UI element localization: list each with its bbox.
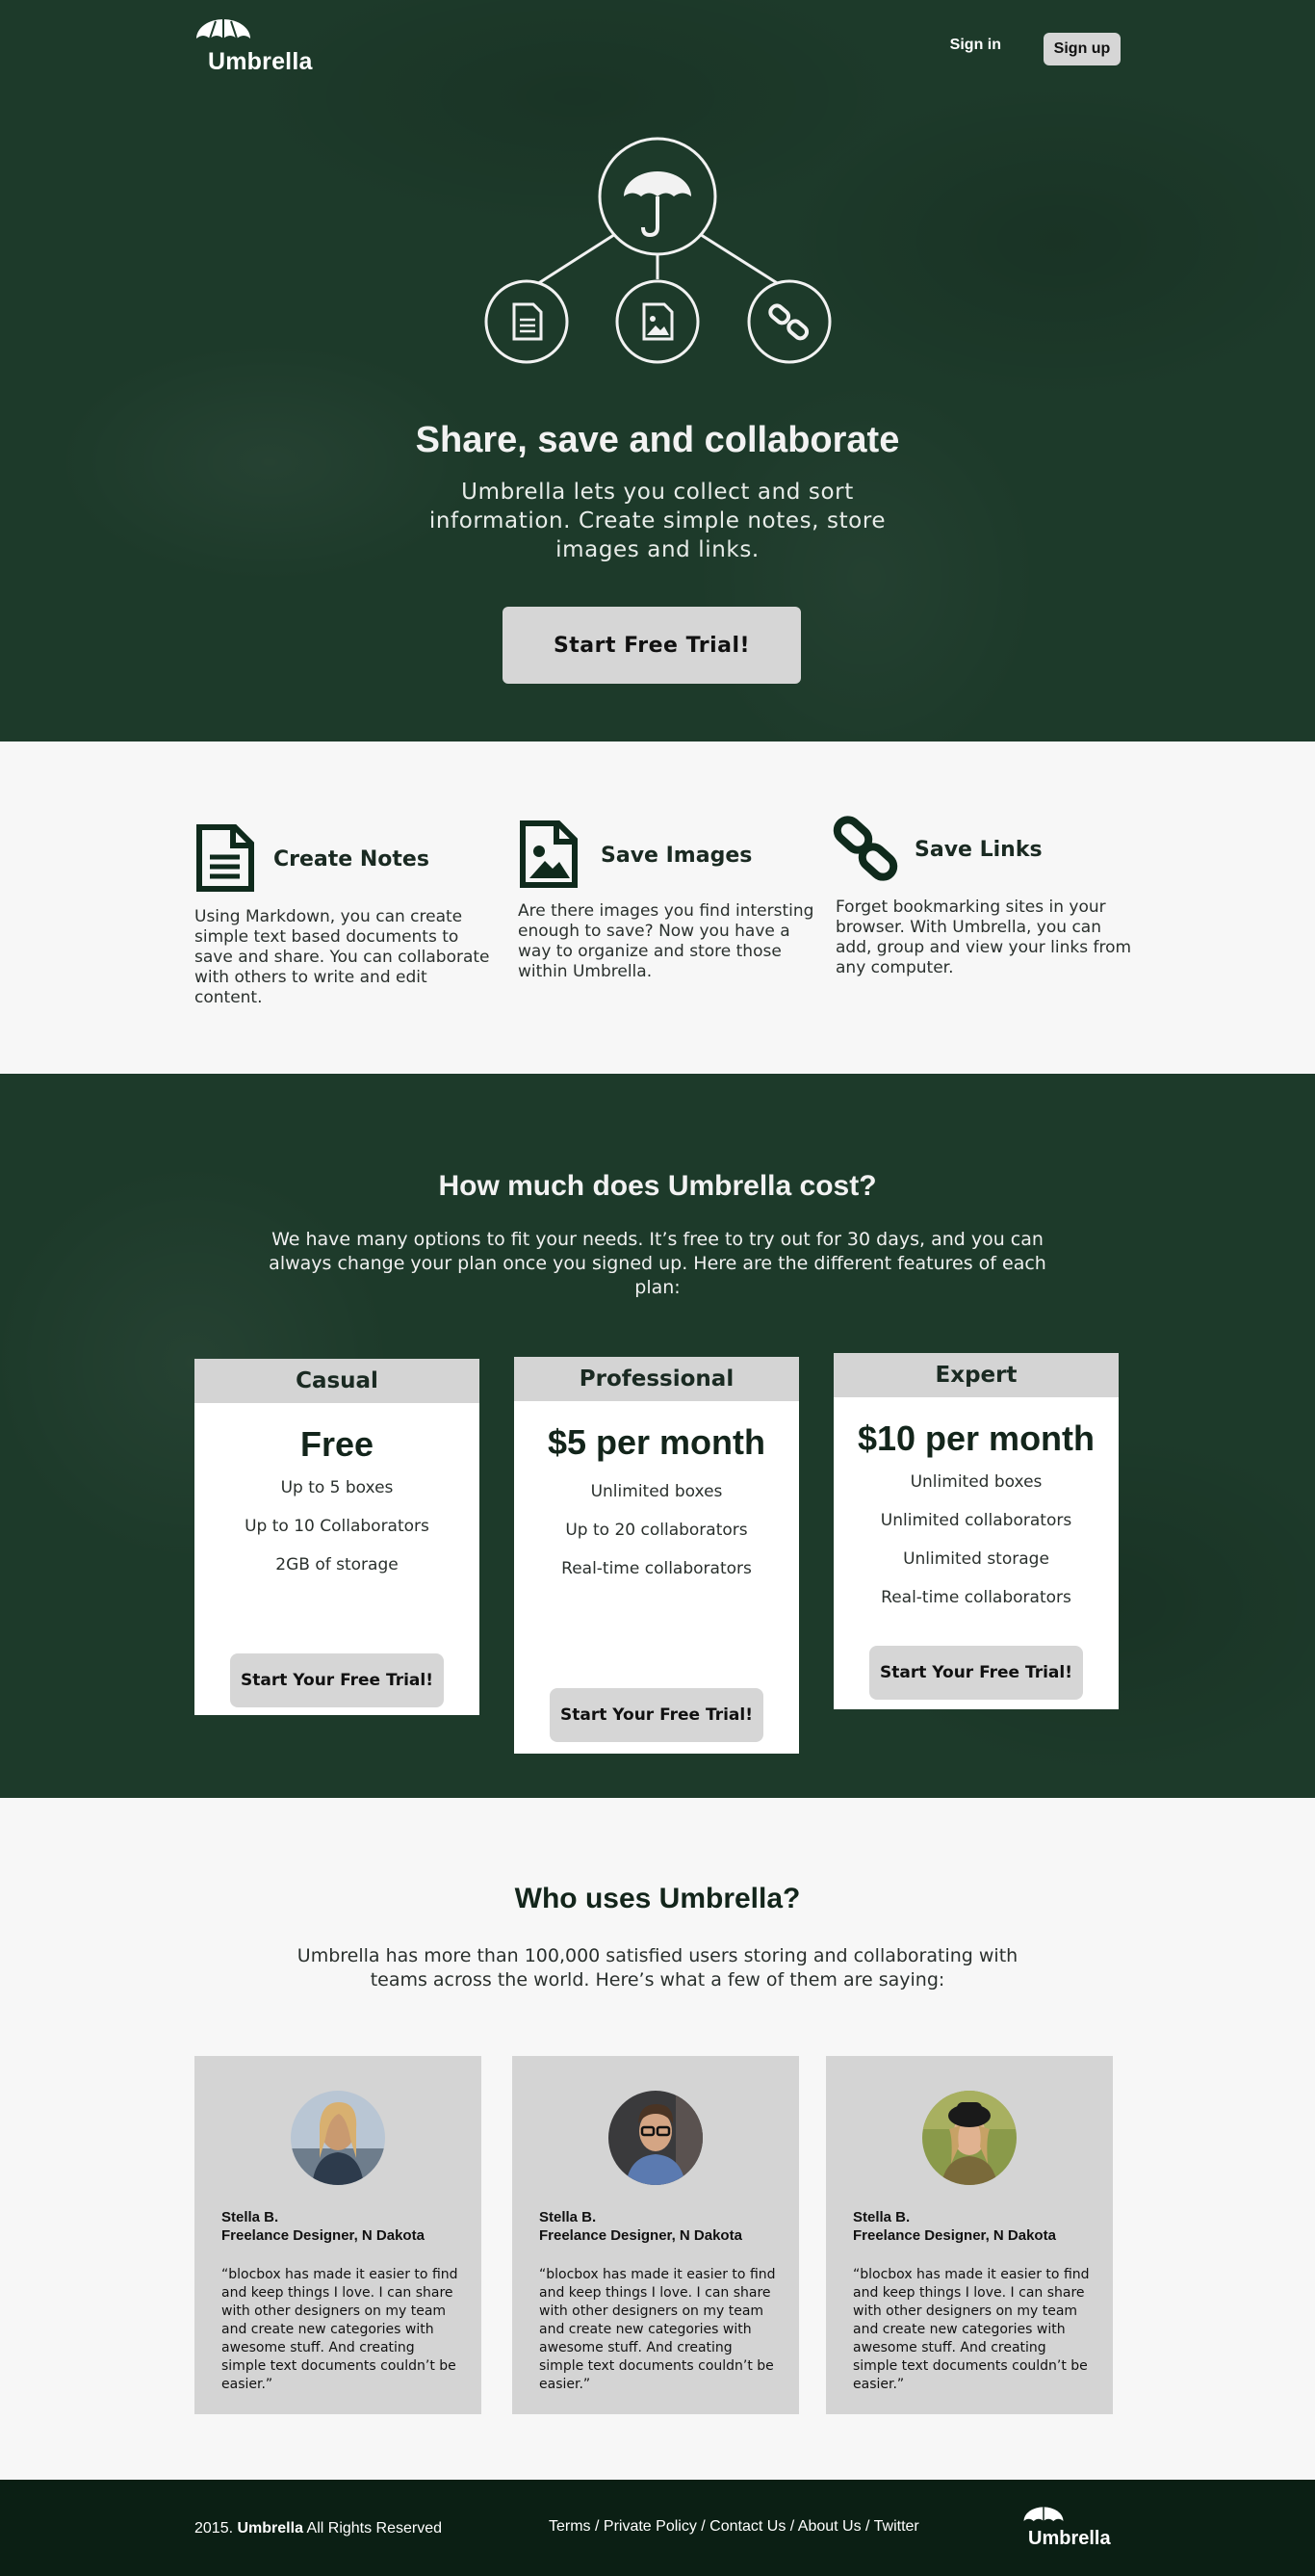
hero-diagram [484,137,832,364]
plan-name: Expert [834,1353,1119,1397]
plan-price: Free [299,1424,374,1464]
plan-feature: Unlimited boxes [590,1482,723,1501]
pricing-section: How much does Umbrella cost? We have man… [0,1074,1315,1798]
testimonial-author: Stella B. Freelance Designer, N Dakota [221,2208,425,2245]
footer-links: Terms / Private Policy / Contact Us / Ab… [549,2518,919,2535]
footer-link-twitter[interactable]: Twitter [874,2518,919,2535]
footer: 2015. Umbrella All Rights Reserved Terms… [0,2480,1315,2576]
author-name: Stella B. [853,2209,911,2225]
link-icon [833,816,898,881]
author-role: Freelance Designer, N Dakota [853,2227,1056,2244]
plan-trial-button[interactable]: Start Your Free Trial! [230,1653,444,1707]
logo-text: Umbrella [208,48,313,75]
copyright: 2015. Umbrella All Rights Reserved [194,2520,442,2537]
pricing-subtitle: We have many options to fit your needs. … [269,1229,1046,1298]
top-nav: Umbrella Sign in Sign up [194,0,1121,96]
sign-in-link[interactable]: Sign in [950,37,1001,54]
pricing-title: How much does Umbrella cost? [438,1170,877,1202]
testimonials-title: Who uses Umbrella? [514,1883,801,1914]
document-icon [196,824,254,892]
plan-features: Unlimited boxes Up to 20 collaborators R… [514,1482,799,1578]
plan-card-casual: Casual Free Up to 5 boxes Up to 10 Colla… [194,1359,479,1715]
copyright-brand: Umbrella [237,2520,303,2537]
link-icon [747,279,832,364]
feature-title: Save Links [915,838,1043,862]
author-role: Freelance Designer, N Dakota [539,2227,742,2244]
testimonials-subtitle: Umbrella has more than 100,000 satisfied… [297,1945,1018,1991]
plan-price: $10 per month [857,1418,1096,1458]
hero-subtitle: Umbrella lets you collect and sort infor… [428,480,887,562]
testimonial-author: Stella B. Freelance Designer, N Dakota [539,2208,742,2245]
testimonial-quote: “blocbox has made it easier to find and … [853,2267,1090,2392]
logo[interactable]: Umbrella [194,19,329,79]
feature-title: Create Notes [273,847,429,872]
umbrella-icon [598,137,717,256]
author-name: Stella B. [221,2209,279,2225]
plan-features: Up to 5 boxes Up to 10 Collaborators 2GB… [194,1478,479,1574]
plan-feature: Up to 20 collaborators [565,1521,748,1540]
feature-text: Using Markdown, you can create simple te… [194,907,490,1007]
footer-link-contact[interactable]: Contact Us [709,2518,786,2535]
plan-feature: Unlimited boxes [910,1472,1043,1492]
avatar [922,2091,1017,2185]
plan-trial-button[interactable]: Start Your Free Trial! [869,1646,1083,1700]
plan-feature: Real-time collaborators [881,1588,1071,1607]
author-name: Stella B. [539,2209,597,2225]
plan-feature: Up to 5 boxes [280,1478,394,1497]
testimonial-quote: “blocbox has made it easier to find and … [539,2267,776,2392]
features-section: Create Notes Using Markdown, you can cre… [0,742,1315,1074]
copyright-rights: All Rights Reserved [306,2520,443,2537]
plan-feature: Real-time collaborators [561,1559,752,1578]
feature-title: Save Images [601,844,753,868]
image-icon [520,820,578,888]
footer-link-terms[interactable]: Terms [549,2518,591,2535]
footer-link-privacy[interactable]: Private Policy [604,2518,697,2535]
hero-title: Share, save and collaborate [415,420,900,460]
testimonial-quote: “blocbox has made it easier to find and … [221,2267,458,2392]
start-free-trial-button[interactable]: Start Free Trial! [503,607,801,684]
plan-features: Unlimited boxes Unlimited collaborators … [834,1472,1119,1607]
plan-card-professional: Professional $5 per month Unlimited boxe… [514,1357,799,1754]
feature-text: Forget bookmarking sites in your browser… [836,898,1132,977]
feature-text: Are there images you find intersting eno… [518,901,814,981]
avatar [608,2091,703,2185]
author-role: Freelance Designer, N Dakota [221,2227,425,2244]
plan-price: $5 per month [547,1422,766,1462]
hero-section: Umbrella Sign in Sign up Share, save and… [0,0,1315,742]
copyright-year: 2015. [194,2520,234,2537]
plan-name: Professional [514,1357,799,1401]
testimonial-card: Stella B. Freelance Designer, N Dakota “… [194,2056,481,2414]
plan-trial-button[interactable]: Start Your Free Trial! [550,1688,763,1742]
testimonial-card: Stella B. Freelance Designer, N Dakota “… [512,2056,799,2414]
testimonial-card: Stella B. Freelance Designer, N Dakota “… [826,2056,1113,2414]
plan-feature: Unlimited storage [903,1549,1049,1569]
plan-card-expert: Expert $10 per month Unlimited boxes Unl… [834,1353,1119,1709]
testimonials-section: Who uses Umbrella? Umbrella has more tha… [0,1798,1315,2480]
plan-feature: Unlimited collaborators [880,1511,1072,1530]
plan-feature: Up to 10 Collaborators [245,1517,429,1536]
sign-up-button[interactable]: Sign up [1044,33,1121,65]
testimonial-author: Stella B. Freelance Designer, N Dakota [853,2208,1056,2245]
footer-link-about[interactable]: About Us [798,2518,862,2535]
document-icon [484,279,569,364]
plan-feature: 2GB of storage [275,1555,399,1574]
plan-name: Casual [194,1359,479,1403]
footer-logo-text: Umbrella [1028,2528,1111,2549]
image-icon [615,279,700,364]
footer-logo[interactable]: Umbrella [1022,2507,1119,2555]
avatar [291,2091,385,2185]
